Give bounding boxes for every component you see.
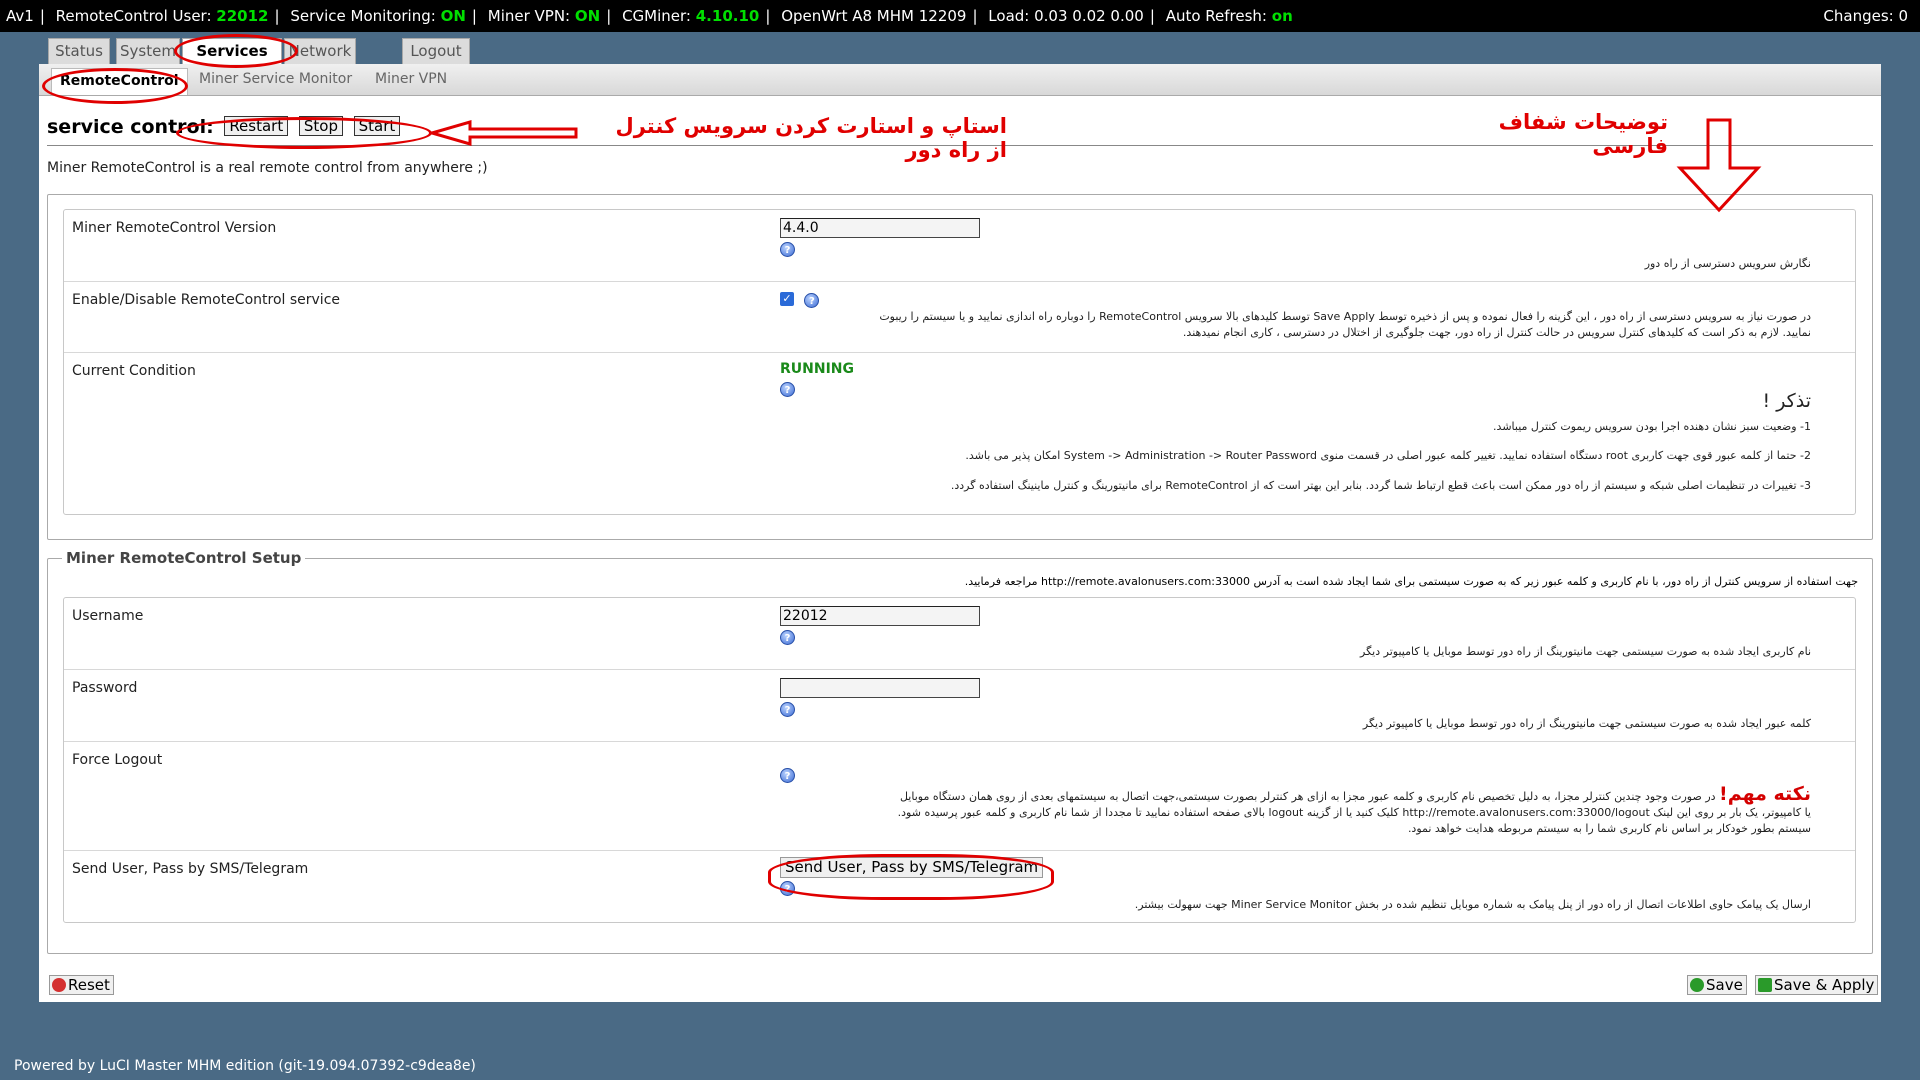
vpn-label: Miner VPN: [487,7,571,25]
username-label: Username [72,608,144,624]
tab-status[interactable]: Status [48,38,110,64]
force-logout-help-text: نکته مهم! در صورت وجود چندین کنترلر مجزا… [897,783,1811,837]
help-icon[interactable]: ? [780,382,795,397]
status-bar: Av1 | RemoteControl User: 22012 | Service … [0,0,1920,32]
reminder-item-2: 2- حتما از کلمه عبور قوی جهت کاربری root… [965,449,1811,462]
version-label: Miner RemoteControl Version [72,220,277,236]
annotation-oval-remotecontrol [42,68,188,104]
force-logout-line-1: نکته مهم! در صورت وجود چندین کنترلر مجزا… [898,783,1811,805]
setup-intro: جهت استفاده از سرویس کنترل از راه دور، ب… [964,575,1858,588]
annotation-oval-services [174,34,298,68]
monitoring-label: Service Monitoring: [290,7,436,25]
reset-button[interactable]: Reset [49,975,114,995]
version-field: 4.4.0 [780,218,980,238]
save-apply-icon [1758,978,1772,992]
save-apply-label: Save & Apply [1774,976,1875,994]
reset-icon [52,978,66,992]
force-logout-help-line: یا کامپیوتر، یک بار بر روی این لینک http… [897,806,1811,819]
password-help-text: کلمه عبور ایجاد شده به صورت سیستمی جهت م… [1362,717,1811,730]
condition-row: Current Condition RUNNING ? تذکر ! 1- وض… [64,353,1855,516]
host-name: Av1 [6,7,34,25]
enable-help-line: در صورت نیاز به سرویس دسترسی از راه دور … [879,310,1811,323]
firmware-version: OpenWrt A8 MHM 12209 [781,7,967,25]
subtab-bar: RemoteControl Miner Service Monitor Mine… [39,64,1881,96]
important-title: نکته مهم! [1719,783,1811,805]
condition-value-cell: RUNNING ? [780,361,854,397]
cgminer-label: CGMiner: [622,7,691,25]
reset-label: Reset [68,976,110,994]
tab-logout[interactable]: Logout [402,38,470,64]
annotation-arrow-left [430,120,578,146]
enable-checkbox[interactable]: ✓ [780,292,794,306]
status-section: Miner RemoteControl Version 4.4.0 ? نگار… [47,194,1873,540]
force-logout-label: Force Logout [72,752,163,768]
send-sms-label: Send User, Pass by SMS/Telegram [72,861,309,877]
enable-help-line: نمایید. لازم به ذکر است که کلیدهای کنترل… [1182,326,1811,339]
enable-value-cell: ✓ ? [780,290,820,308]
username-value-cell: 22012 ? [780,606,980,645]
annotation-oval-send-sms [768,854,1054,900]
username-field[interactable]: 22012 [780,606,980,626]
password-label: Password [72,680,138,696]
subtab-miner-service-monitor[interactable]: Miner Service Monitor [199,71,352,87]
password-row: Password ? کلمه عبور ایجاد شده به صورت س… [64,670,1855,742]
password-field[interactable] [780,678,980,698]
page-description: Miner RemoteControl is a real remote con… [47,160,488,176]
annotation-arrow-note: استاپ و استارت کردن سرویس کنترل از راه د… [615,114,1007,162]
save-button[interactable]: Save [1687,975,1747,995]
annotation-desc-note: توضیحات شفاف فارسی [1498,110,1668,158]
version-value-cell: 4.4.0 ? [780,218,980,257]
setup-legend: Miner RemoteControl Setup [62,549,306,567]
password-value-cell: ? [780,678,980,717]
help-icon[interactable]: ? [780,242,795,257]
help-icon[interactable]: ? [780,768,795,783]
username-row: Username 22012 ? نام کاربری ایجاد شده به… [64,598,1855,670]
help-icon[interactable]: ? [780,630,795,645]
subtab-miner-vpn[interactable]: Miner VPN [375,71,447,87]
status-table: Miner RemoteControl Version 4.4.0 ? نگار… [63,209,1856,515]
enable-label: Enable/Disable RemoteControl service [72,292,341,308]
running-status: RUNNING [780,361,854,377]
username-help-text: نام کاربری ایجاد شده به صورت سیستمی جهت … [1360,645,1811,658]
help-icon[interactable]: ? [780,702,795,717]
rc-user-value: 22012 [216,7,269,25]
changes-counter[interactable]: Changes: 0 [1823,0,1908,32]
annotation-oval-service-control [176,117,432,149]
load-average: Load: 0.03 0.02 0.00 [988,7,1144,25]
reminder-title: تذکر ! [1762,390,1811,412]
version-help-text: نگارش سرویس دسترسی از راه دور [1644,257,1811,270]
help-icon[interactable]: ? [804,293,820,308]
send-sms-help-text: ارسال یک پیامک حاوی اطلاعات اتصال از راه… [1134,898,1811,911]
vpn-value: ON [574,7,601,25]
auto-refresh-label: Auto Refresh: [1165,7,1267,25]
force-logout-help-line: سیستم بطور خودکار بر اساس نام کاربری شما… [1407,822,1811,835]
reminder-item-1: 1- وضعیت سبز نشان دهنده اجرا بودن سرویس … [1493,420,1811,433]
rc-user-label: RemoteControl User: [55,7,212,25]
force-logout-row: Force Logout ? نکته مهم! در صورت وجود چن… [64,742,1855,851]
reminder-item-3: 3- تغییرات در تنظیمات اصلی شبکه و سیستم … [950,479,1811,492]
save-label: Save [1706,976,1743,994]
monitoring-value: ON [440,7,466,25]
save-icon [1690,978,1704,992]
enable-help-text: در صورت نیاز به سرویس دسترسی از راه دور … [879,309,1811,341]
cgminer-value: 4.10.10 [695,7,760,25]
save-apply-button[interactable]: Save & Apply [1755,975,1879,995]
auto-refresh-toggle[interactable]: on [1272,7,1293,25]
annotation-arrow-down [1676,118,1762,213]
version-row: Miner RemoteControl Version 4.4.0 ? نگار… [64,210,1855,282]
enable-row: Enable/Disable RemoteControl service ✓ ?… [64,282,1855,353]
footer: Powered by LuCI Master MHM edition (git-… [14,1058,476,1074]
tab-system[interactable]: System [116,38,180,64]
condition-label: Current Condition [72,363,196,379]
force-logout-help-line: در صورت وجود چندین کنترلر مجزا، به دلیل … [899,790,1716,803]
